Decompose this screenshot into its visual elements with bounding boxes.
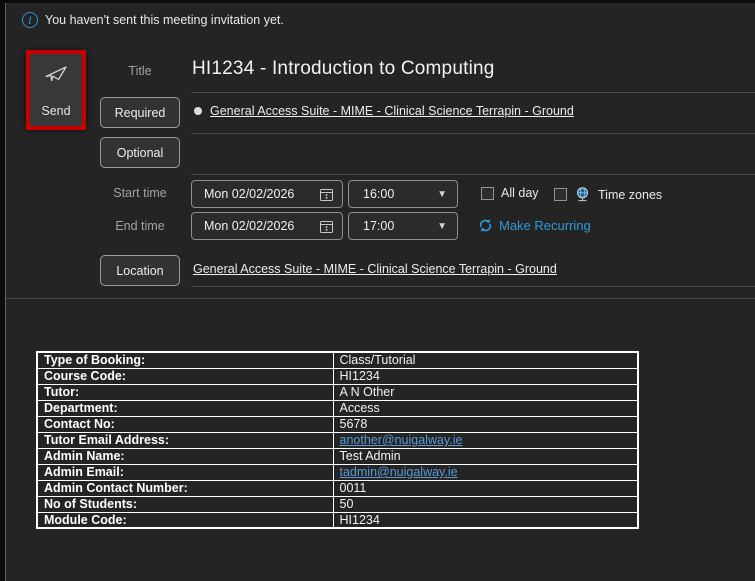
- separator: [191, 92, 755, 93]
- title-label: Title: [100, 64, 180, 78]
- table-row: Tutor:A N Other: [37, 384, 638, 400]
- row-value: A N Other: [333, 384, 638, 400]
- start-time-value: 16:00: [363, 187, 394, 201]
- end-time-dropdown[interactable]: 17:00 ▼: [348, 212, 458, 240]
- calendar-icon: [319, 187, 334, 202]
- infobar-text: You haven't sent this meeting invitation…: [45, 13, 284, 27]
- row-label: Admin Contact Number:: [37, 480, 333, 496]
- start-date-picker[interactable]: Mon 02/02/2026: [191, 180, 343, 208]
- row-value: tadmin@nuigalway.ie: [333, 464, 638, 480]
- table-row: Course Code:HI1234: [37, 368, 638, 384]
- separator-full: [6, 298, 755, 299]
- window-body: i You haven't sent this meeting invitati…: [5, 3, 755, 581]
- row-label: Tutor Email Address:: [37, 432, 333, 448]
- row-value: HI1234: [333, 368, 638, 384]
- send-button[interactable]: Send: [30, 54, 82, 126]
- required-attendee-row: General Access Suite - MIME - Clinical S…: [194, 104, 574, 118]
- location-button[interactable]: Location: [100, 255, 180, 286]
- row-label: Department:: [37, 400, 333, 416]
- separator: [191, 286, 755, 287]
- time-zones-option: Time zones: [554, 186, 662, 203]
- time-zones-checkbox[interactable]: [554, 188, 567, 201]
- row-value: HI1234: [333, 512, 638, 528]
- row-value: Class/Tutorial: [333, 352, 638, 368]
- recurring-arrows-icon: [478, 218, 493, 233]
- start-time-label: Start time: [100, 186, 180, 200]
- separator: [191, 174, 755, 175]
- required-attendees-button[interactable]: Required: [100, 97, 180, 128]
- time-zones-label: Time zones: [598, 188, 662, 202]
- table-row: No of Students:50: [37, 496, 638, 512]
- chevron-down-icon: ▼: [437, 189, 447, 200]
- meeting-title[interactable]: HI1234 - Introduction to Computing: [192, 58, 495, 80]
- row-label: Contact No:: [37, 416, 333, 432]
- all-day-checkbox[interactable]: [481, 187, 494, 200]
- table-row: Admin Name:Test Admin: [37, 448, 638, 464]
- table-row: Module Code:HI1234: [37, 512, 638, 528]
- start-time-dropdown[interactable]: 16:00 ▼: [348, 180, 458, 208]
- table-row: Admin Contact Number:0011: [37, 480, 638, 496]
- send-button-highlight-box: Send: [26, 50, 86, 130]
- row-value: 50: [333, 496, 638, 512]
- all-day-label: All day: [501, 186, 539, 200]
- info-circle-icon: i: [22, 12, 38, 28]
- email-link[interactable]: another@nuigalway.ie: [340, 433, 463, 447]
- presence-indicator-icon: [194, 107, 202, 115]
- table-row: Type of Booking:Class/Tutorial: [37, 352, 638, 368]
- send-icon: [43, 63, 69, 87]
- row-label: Admin Email:: [37, 464, 333, 480]
- calendar-icon: [319, 219, 334, 234]
- separator: [191, 133, 755, 134]
- booking-table-body: Type of Booking:Class/TutorialCourse Cod…: [37, 352, 638, 528]
- make-recurring-button[interactable]: Make Recurring: [478, 218, 591, 233]
- make-recurring-label: Make Recurring: [499, 218, 591, 233]
- row-label: Course Code:: [37, 368, 333, 384]
- end-time-value: 17:00: [363, 219, 394, 233]
- row-value: Access: [333, 400, 638, 416]
- end-time-label: End time: [100, 219, 180, 233]
- booking-details-table: Type of Booking:Class/TutorialCourse Cod…: [36, 351, 639, 529]
- table-row: Tutor Email Address: another@nuigalway.ie: [37, 432, 638, 448]
- location-link[interactable]: General Access Suite - MIME - Clinical S…: [193, 262, 557, 276]
- optional-attendees-button[interactable]: Optional: [100, 137, 180, 168]
- globe-icon: [574, 186, 591, 203]
- row-value: 5678: [333, 416, 638, 432]
- end-date-picker[interactable]: Mon 02/02/2026: [191, 212, 343, 240]
- row-label: Type of Booking:: [37, 352, 333, 368]
- email-link[interactable]: tadmin@nuigalway.ie: [340, 465, 458, 479]
- start-date-value: Mon 02/02/2026: [204, 187, 294, 201]
- row-value: another@nuigalway.ie: [333, 432, 638, 448]
- required-attendee-link[interactable]: General Access Suite - MIME - Clinical S…: [210, 104, 574, 118]
- infobar: i You haven't sent this meeting invitati…: [22, 12, 284, 28]
- table-row: Department:Access: [37, 400, 638, 416]
- row-label: Tutor:: [37, 384, 333, 400]
- row-value: 0011: [333, 480, 638, 496]
- end-date-value: Mon 02/02/2026: [204, 219, 294, 233]
- row-label: Module Code:: [37, 512, 333, 528]
- row-value: Test Admin: [333, 448, 638, 464]
- chevron-down-icon: ▼: [437, 221, 447, 232]
- meeting-invitation-window: i You haven't sent this meeting invitati…: [0, 0, 755, 581]
- all-day-option: All day: [481, 186, 539, 200]
- table-row: Admin Email: tadmin@nuigalway.ie: [37, 464, 638, 480]
- row-label: No of Students:: [37, 496, 333, 512]
- row-label: Admin Name:: [37, 448, 333, 464]
- table-row: Contact No:5678: [37, 416, 638, 432]
- send-button-label: Send: [41, 104, 70, 118]
